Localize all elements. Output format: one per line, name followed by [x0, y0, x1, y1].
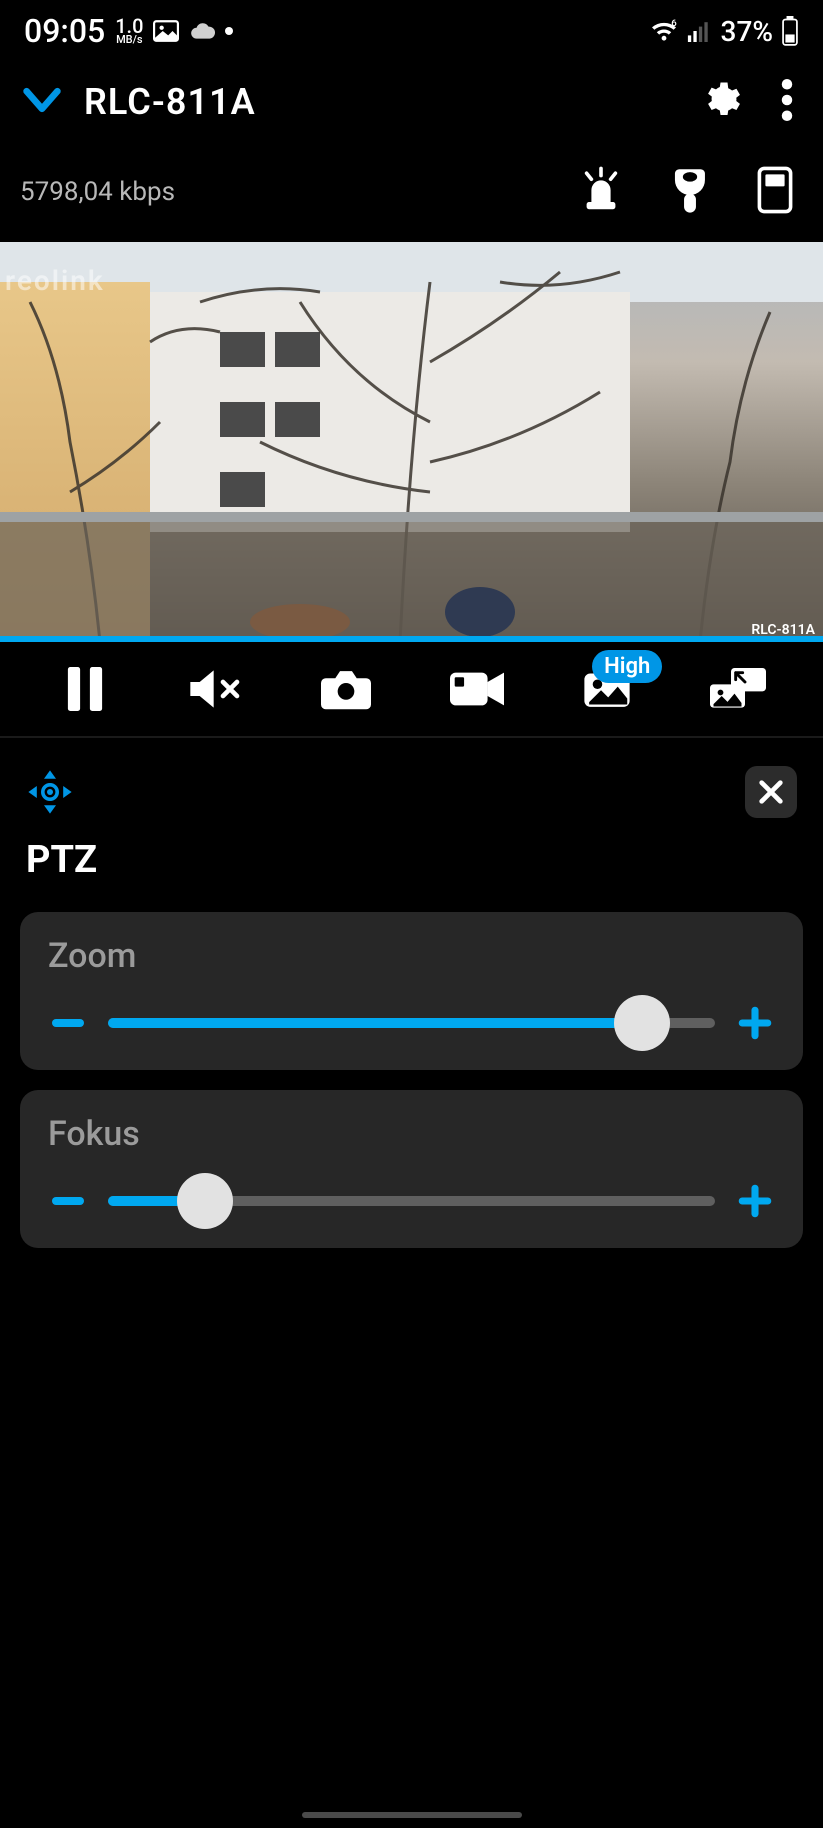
zoom-slider[interactable] — [108, 1018, 715, 1028]
siren-button[interactable] — [579, 166, 623, 218]
zoom-minus-button[interactable] — [48, 1007, 88, 1039]
svg-text:6: 6 — [671, 19, 677, 29]
quality-badge: High — [592, 650, 662, 683]
fullscreen-button[interactable] — [757, 166, 793, 218]
cloud-icon — [189, 21, 215, 41]
zoom-slider-card: Zoom — [20, 912, 803, 1070]
ptz-title: PTZ — [20, 828, 803, 912]
zoom-label: Zoom — [48, 936, 775, 976]
more-menu-button[interactable] — [781, 79, 793, 125]
focus-slider-thumb[interactable] — [177, 1173, 233, 1229]
focus-plus-button[interactable] — [735, 1184, 775, 1218]
mute-button[interactable] — [171, 654, 261, 724]
zoom-slider-fill — [108, 1018, 642, 1028]
bitrate-text: 5798,04 kbps — [20, 177, 175, 207]
ptz-panel: PTZ Zoom Fokus — [0, 738, 823, 1288]
snapshot-button[interactable] — [301, 654, 391, 724]
close-ptz-button[interactable] — [745, 766, 797, 818]
live-video-feed[interactable]: reolink RLC-811A — [0, 242, 823, 642]
camera-title: RLC-811A — [84, 81, 679, 123]
spotlight-button[interactable] — [673, 165, 707, 219]
signal-icon — [687, 20, 713, 42]
stream-info-bar: 5798,04 kbps — [0, 142, 823, 242]
wifi-icon: 6 — [649, 19, 679, 43]
pause-button[interactable] — [40, 654, 130, 724]
settings-button[interactable] — [699, 79, 741, 125]
brand-watermark: reolink — [5, 264, 105, 297]
home-indicator[interactable] — [302, 1812, 522, 1818]
zoom-plus-button[interactable] — [735, 1006, 775, 1040]
video-progress-bar[interactable] — [0, 636, 823, 642]
notification-dot-icon — [225, 27, 233, 35]
picture-icon — [153, 20, 179, 42]
pip-button[interactable] — [693, 654, 783, 724]
focus-label: Fokus — [48, 1114, 775, 1154]
record-button[interactable] — [432, 654, 522, 724]
status-clock: 09:05 — [24, 12, 105, 50]
battery-text: 37% — [721, 15, 773, 48]
focus-slider-card: Fokus — [20, 1090, 803, 1248]
focus-slider[interactable] — [108, 1196, 715, 1206]
ptz-move-icon[interactable] — [26, 768, 74, 816]
title-bar: RLC-811A — [0, 62, 823, 142]
focus-minus-button[interactable] — [48, 1185, 88, 1217]
back-chevron-icon[interactable] — [20, 78, 64, 126]
playback-toolbar: High — [0, 642, 823, 738]
quality-button[interactable]: High — [562, 654, 652, 724]
zoom-slider-thumb[interactable] — [614, 995, 670, 1051]
status-data-rate: 1.0 MB/s — [115, 17, 143, 45]
status-bar: 09:05 1.0 MB/s 6 37% — [0, 0, 823, 62]
battery-icon — [781, 16, 799, 46]
